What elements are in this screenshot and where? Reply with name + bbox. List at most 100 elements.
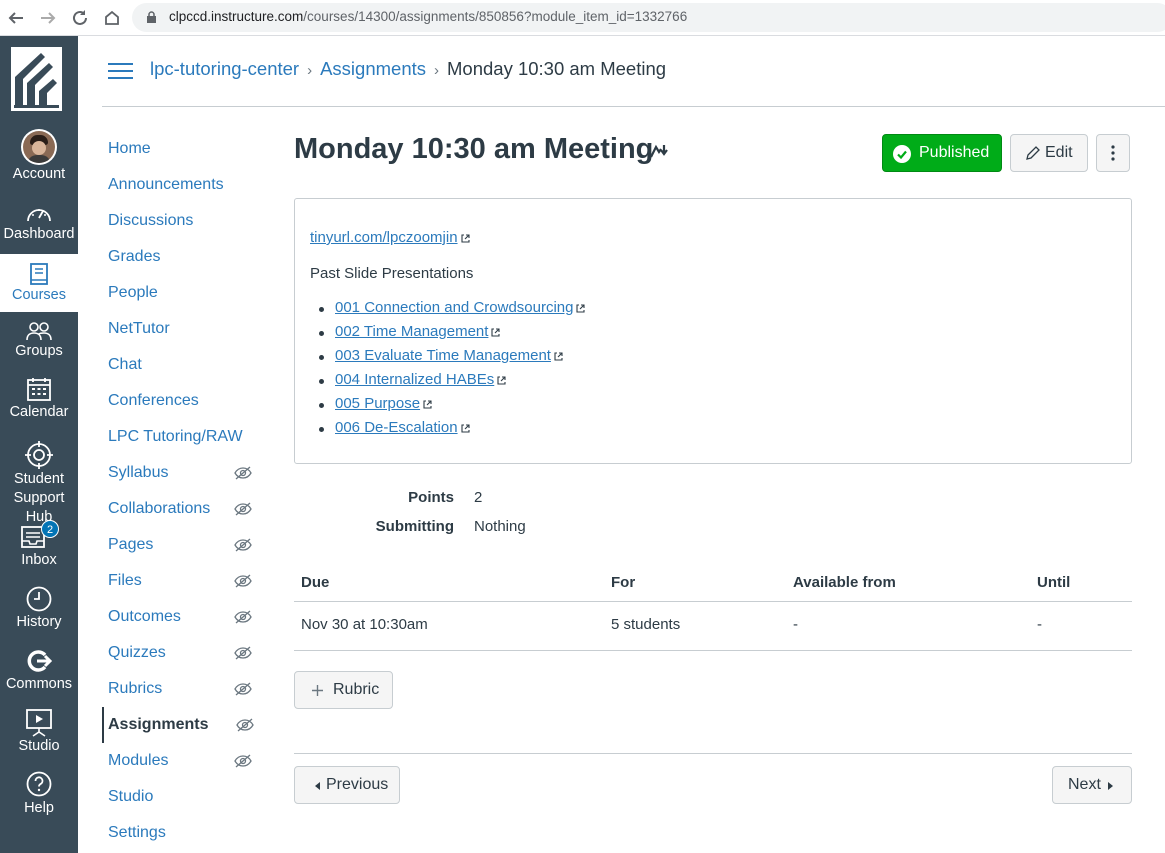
reload-icon[interactable]: [67, 5, 93, 31]
list-item: 006 De-Escalation: [317, 419, 585, 443]
groups-icon: [26, 322, 52, 341]
course-nav-outcomes[interactable]: Outcomes: [102, 599, 272, 635]
course-nav-rubrics[interactable]: Rubrics: [102, 671, 272, 707]
table-header-for: For: [611, 574, 636, 591]
support-hub-icon: [25, 441, 53, 469]
next-button[interactable]: Next: [1052, 766, 1132, 804]
breadcrumb-course-link[interactable]: lpc-tutoring-center: [150, 58, 299, 79]
course-nav-grades[interactable]: Grades: [102, 239, 272, 275]
assignment-description: tinyurl.com/lpczoomjin Past Slide Presen…: [294, 198, 1132, 464]
until-cell: -: [1037, 616, 1042, 633]
url-text: clpccd.instructure.com/courses/14300/ass…: [169, 9, 688, 24]
forward-icon[interactable]: [35, 5, 61, 31]
back-icon[interactable]: [3, 5, 29, 31]
direct-share-icon[interactable]: [650, 143, 672, 159]
add-rubric-button[interactable]: Rubric: [294, 671, 393, 709]
hidden-eye-icon: [234, 538, 252, 552]
course-nav-home[interactable]: Home: [102, 131, 272, 167]
table-divider: [294, 650, 1132, 651]
course-nav-discussions[interactable]: Discussions: [102, 203, 272, 239]
external-link-icon: [491, 328, 500, 337]
global-nav-calendar[interactable]: Calendar: [0, 376, 78, 438]
global-nav-groups[interactable]: Groups: [0, 318, 78, 380]
course-nav-settings[interactable]: Settings: [102, 815, 272, 851]
presentation-link[interactable]: 001 Connection and Crowdsourcing: [335, 299, 573, 316]
list-item: 003 Evaluate Time Management: [317, 347, 585, 371]
commons-icon: [27, 650, 52, 672]
course-nav-pages[interactable]: Pages: [102, 527, 272, 563]
course-nav-nettutor[interactable]: NetTutor: [102, 311, 272, 347]
inbox-unread-badge: 2: [41, 520, 59, 538]
list-item: 001 Connection and Crowdsourcing: [317, 299, 586, 323]
avatar: [21, 129, 57, 165]
institution-logo[interactable]: [11, 47, 62, 111]
hidden-eye-icon: [236, 718, 254, 732]
check-circle-icon: [893, 145, 911, 163]
presentations-list: 001 Connection and Crowdsourcing 002 Tim…: [317, 299, 586, 443]
global-nav-dashboard[interactable]: Dashboard: [0, 200, 78, 262]
global-nav-inbox[interactable]: 2 Inbox: [0, 520, 78, 582]
global-nav-studio[interactable]: Studio: [0, 708, 78, 770]
course-nav-collaborations[interactable]: Collaborations: [102, 491, 272, 527]
home-icon[interactable]: [99, 5, 125, 31]
list-item: 005 Purpose: [317, 395, 585, 419]
due-date-cell: Nov 30 at 10:30am: [301, 616, 428, 633]
presentation-link[interactable]: 002 Time Management: [335, 323, 488, 340]
course-nav-quizzes[interactable]: Quizzes: [102, 635, 272, 671]
hidden-eye-icon: [234, 754, 252, 768]
course-nav-modules[interactable]: Modules: [102, 743, 272, 779]
presentation-link[interactable]: 005 Purpose: [335, 395, 420, 412]
course-menu-toggle[interactable]: [108, 63, 133, 81]
global-nav-student-support-hub[interactable]: Student Support Hub: [0, 440, 78, 525]
global-nav-history[interactable]: History: [0, 584, 78, 646]
presentation-link[interactable]: 006 De-Escalation: [335, 419, 458, 436]
calendar-icon: [27, 378, 51, 401]
course-nav-files[interactable]: Files: [102, 563, 272, 599]
course-nav-people[interactable]: People: [102, 275, 272, 311]
hidden-eye-icon: [234, 574, 252, 588]
course-nav-studio[interactable]: Studio: [102, 779, 272, 815]
studio-icon: [26, 709, 52, 737]
list-item: 004 Internalized HABEs: [317, 371, 585, 395]
course-nav-announcements[interactable]: Announcements: [102, 167, 272, 203]
external-link-icon: [576, 304, 586, 313]
course-nav-chat[interactable]: Chat: [102, 347, 272, 383]
more-options-button[interactable]: [1096, 134, 1130, 172]
browser-toolbar: clpccd.instructure.com/courses/14300/ass…: [0, 0, 1165, 36]
global-nav-courses[interactable]: Courses: [0, 254, 78, 312]
external-link-icon: [423, 400, 432, 409]
course-nav-assignments[interactable]: Assignments: [102, 707, 272, 743]
points-label: Points: [408, 489, 454, 506]
external-link-icon: [554, 352, 563, 361]
course-nav-conferences[interactable]: Conferences: [102, 383, 272, 419]
global-nav-account[interactable]: Account: [0, 127, 78, 185]
footer-divider: [294, 753, 1132, 754]
breadcrumb: lpc-tutoring-center › Assignments › Monday 1…: [150, 58, 666, 80]
hidden-eye-icon: [234, 646, 252, 660]
global-nav-help[interactable]: Help: [0, 770, 78, 832]
published-button[interactable]: Published: [882, 134, 1002, 172]
zoom-link[interactable]: tinyurl.com/lpczoomjin: [310, 229, 458, 246]
edit-button[interactable]: Edit: [1010, 134, 1088, 172]
presentation-link[interactable]: 003 Evaluate Time Management: [335, 347, 551, 364]
breadcrumb-separator-icon: ›: [307, 62, 313, 79]
course-nav-syllabus[interactable]: Syllabus: [102, 455, 272, 491]
external-link-icon: [461, 424, 470, 433]
submitting-label: Submitting: [375, 518, 454, 535]
submitting-value: Nothing: [474, 518, 526, 535]
past-presentations-heading: Past Slide Presentations: [310, 265, 474, 282]
breadcrumb-separator-icon: ›: [434, 62, 439, 79]
table-header-available-from: Available from: [793, 574, 896, 591]
hidden-eye-icon: [234, 466, 252, 480]
for-cell: 5 students: [611, 616, 681, 633]
presentation-link[interactable]: 004 Internalized HABEs: [335, 371, 494, 388]
points-value: 2: [474, 489, 483, 506]
breadcrumb-current: Monday 10:30 am Meeting: [447, 58, 667, 79]
header-divider: [102, 106, 1165, 107]
global-nav-commons[interactable]: Commons: [0, 646, 78, 708]
courses-icon: [30, 263, 48, 285]
kebab-menu-icon: [1111, 145, 1115, 161]
breadcrumb-assignments-link[interactable]: Assignments: [320, 58, 426, 79]
course-nav-lpc-tutoring-raw[interactable]: LPC Tutoring/RAW: [102, 419, 272, 455]
previous-button[interactable]: Previous: [294, 766, 400, 804]
